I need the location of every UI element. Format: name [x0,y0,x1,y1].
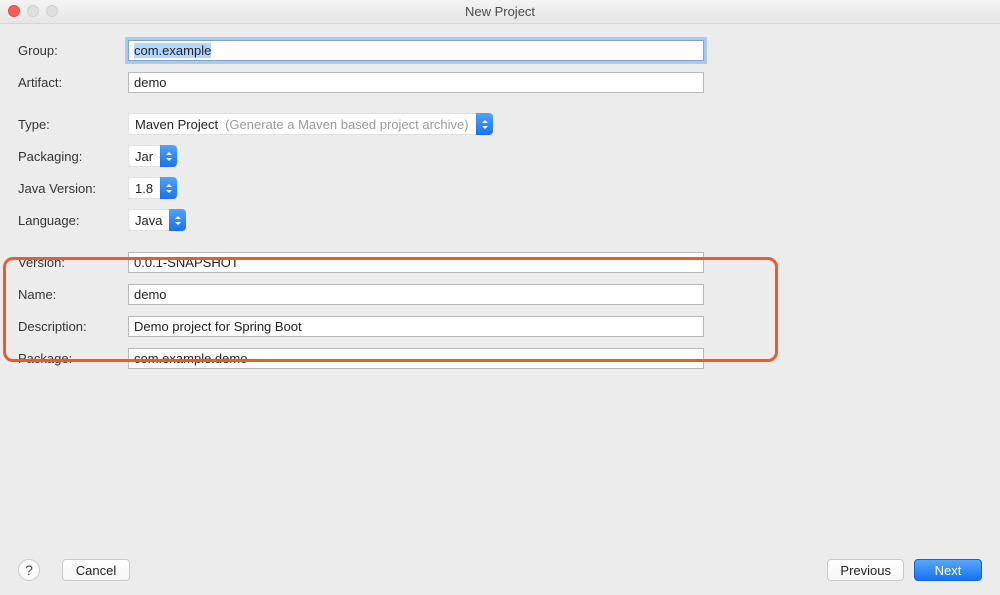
language-select-value: Java [128,209,169,231]
dialog-footer: ? Cancel Previous Next [18,559,982,581]
group-input[interactable] [128,40,704,61]
zoom-window-button [46,5,58,17]
type-select-hint: (Generate a Maven based project archive) [225,113,476,135]
window-titlebar: New Project [0,0,1000,24]
previous-button[interactable]: Previous [827,559,904,581]
description-input[interactable] [128,316,704,337]
form-content: Group: Artifact: Type: Maven Project (Ge… [0,24,1000,374]
packaging-select-value: Jar [128,145,160,167]
java-version-select-value: 1.8 [128,177,160,199]
package-label: Package: [18,351,128,366]
chevron-updown-icon [476,113,493,135]
packaging-select[interactable]: Jar [128,145,177,167]
previous-button-label: Previous [840,563,891,578]
type-label: Type: [18,117,128,132]
packaging-label: Packaging: [18,149,128,164]
name-label: Name: [18,287,128,302]
cancel-button-label: Cancel [76,563,116,578]
chevron-updown-icon [169,209,186,231]
artifact-label: Artifact: [18,75,128,90]
version-input[interactable] [128,252,704,273]
artifact-input[interactable] [128,72,704,93]
help-icon: ? [25,562,33,578]
description-label: Description: [18,319,128,334]
name-input[interactable] [128,284,704,305]
package-input[interactable] [128,348,704,369]
window-title: New Project [0,4,1000,19]
minimize-window-button [27,5,39,17]
type-select-value: Maven Project [128,113,225,135]
cancel-button[interactable]: Cancel [62,559,130,581]
language-select[interactable]: Java [128,209,186,231]
language-label: Language: [18,213,128,228]
java-version-label: Java Version: [18,181,128,196]
chevron-updown-icon [160,145,177,167]
help-button[interactable]: ? [18,559,40,581]
next-button-label: Next [935,563,962,578]
next-button[interactable]: Next [914,559,982,581]
group-label: Group: [18,43,128,58]
window-controls [8,5,58,17]
java-version-select[interactable]: 1.8 [128,177,177,199]
type-select[interactable]: Maven Project (Generate a Maven based pr… [128,113,493,135]
version-label: Version: [18,255,128,270]
chevron-updown-icon [160,177,177,199]
close-window-button[interactable] [8,5,20,17]
